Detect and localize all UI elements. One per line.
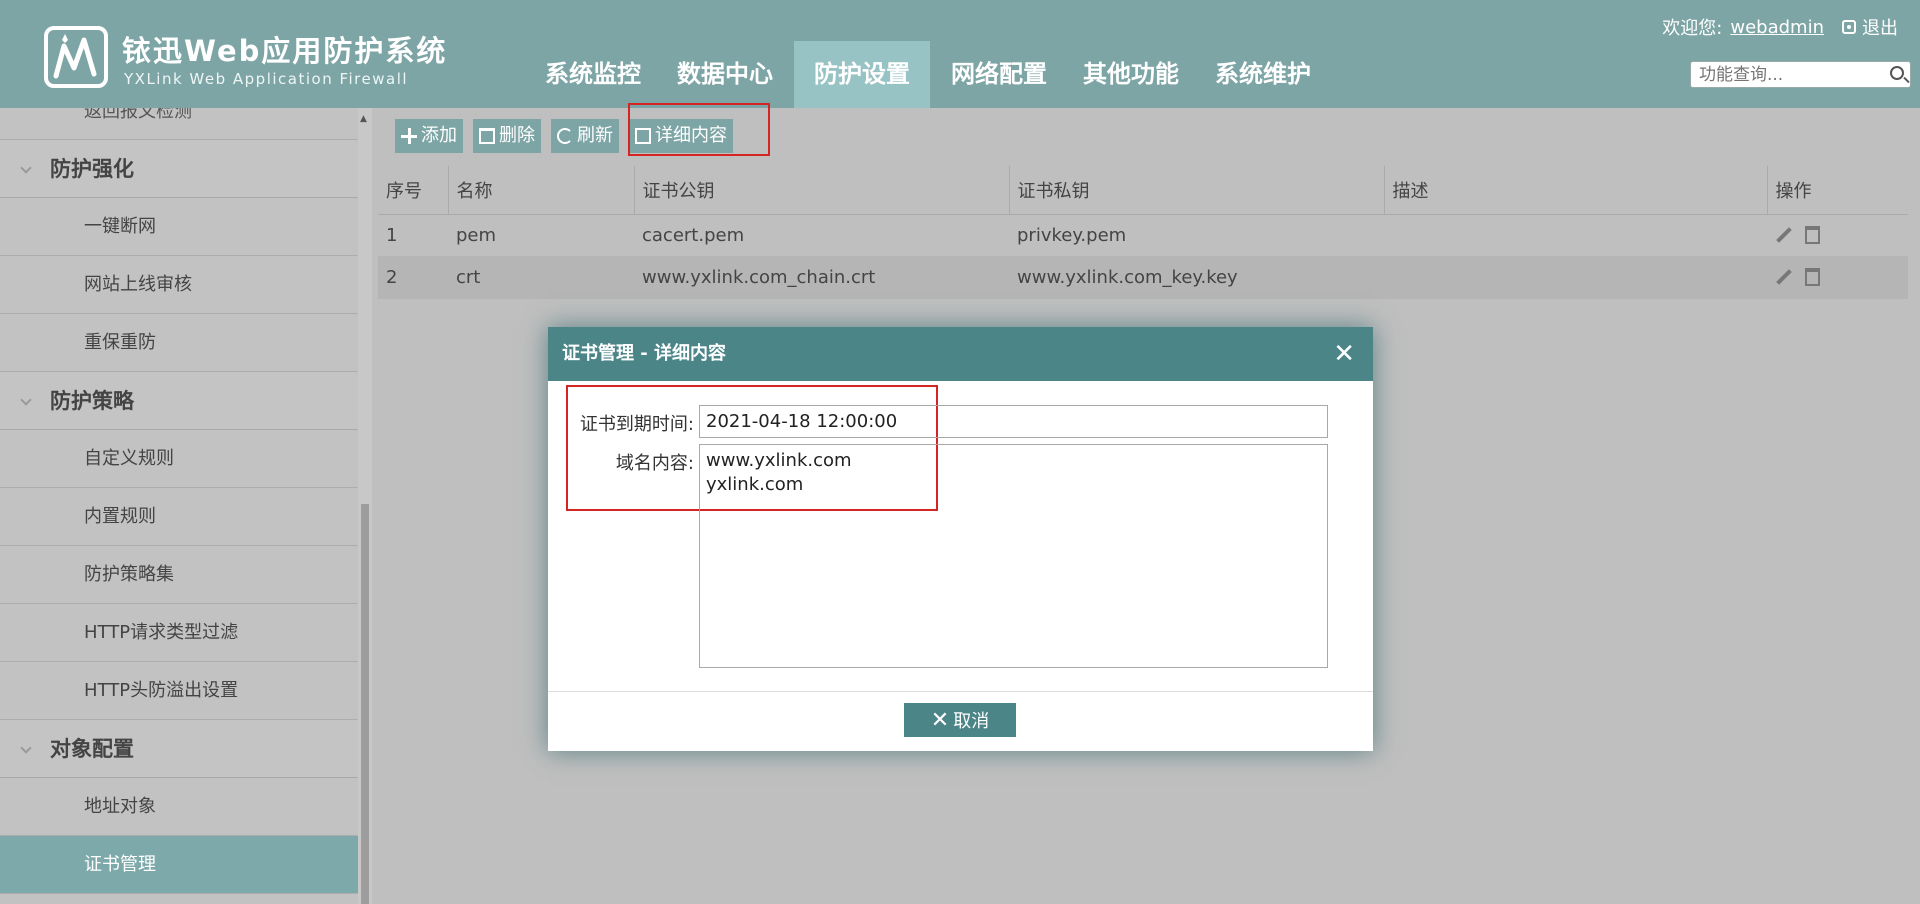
cell-name: pem xyxy=(448,214,634,257)
refresh-button-label: 刷新 xyxy=(577,125,613,146)
sidebar-item-builtin-rules[interactable]: 内置规则 xyxy=(0,488,358,546)
refresh-icon xyxy=(557,128,573,144)
sidebar-group-label: 防护强化 xyxy=(50,157,134,181)
edit-icon[interactable] xyxy=(1776,269,1792,285)
sidebar-item-key-protection[interactable]: 重保重防 xyxy=(0,314,358,372)
logo-subtitle: YXLink Web Application Firewall xyxy=(124,70,409,88)
sidebar-item-address-object[interactable]: 地址对象 xyxy=(0,778,358,836)
delete-button[interactable]: 删除 xyxy=(473,119,541,153)
chevron-down-icon xyxy=(20,394,32,406)
delete-button-label: 删除 xyxy=(499,125,535,146)
user-area: 欢迎您: webadmin 退出 xyxy=(1662,14,1898,40)
column-header-name[interactable]: 名称 xyxy=(448,166,635,215)
expiry-field[interactable]: 2021-04-18 12:00:00 xyxy=(699,405,1328,438)
domain-line: www.yxlink.com xyxy=(706,450,852,471)
logo-title: 铱迅Web应用防护系统 xyxy=(122,34,448,68)
sidebar-item-certificate-management[interactable]: 证书管理 xyxy=(0,836,358,894)
sidebar-item-http-method-filter[interactable]: HTTP请求类型过滤 xyxy=(0,604,358,662)
scroll-up-icon[interactable]: ▲ xyxy=(360,114,367,124)
refresh-button[interactable]: 刷新 xyxy=(551,119,619,153)
sidebar-group-objects[interactable]: 对象配置 xyxy=(0,720,358,778)
add-button[interactable]: 添加 xyxy=(395,119,463,153)
cancel-button-label: 取消 xyxy=(953,711,990,732)
sidebar-group-label: 防护策略 xyxy=(50,389,134,413)
column-header-description[interactable]: 描述 xyxy=(1384,166,1768,215)
sidebar-group-hardening[interactable]: 防护强化 xyxy=(0,140,358,198)
cell-description xyxy=(1384,256,1767,299)
chevron-down-icon xyxy=(20,742,32,754)
delete-icon[interactable] xyxy=(1805,226,1820,244)
cancel-button[interactable]: ✕ 取消 xyxy=(904,703,1016,737)
main-nav: 系统监控 数据中心 防护设置 网络配置 其他功能 系统维护 xyxy=(530,41,1332,108)
column-header-actions: 操作 xyxy=(1767,166,1908,215)
trash-icon xyxy=(479,128,495,144)
edit-icon[interactable] xyxy=(1776,227,1792,243)
cell-description xyxy=(1384,214,1767,257)
search-input[interactable] xyxy=(1691,62,1871,87)
sidebar-scrollbar[interactable]: ▲ xyxy=(358,108,372,904)
nav-network-config[interactable]: 网络配置 xyxy=(936,41,1062,108)
domain-content-field[interactable]: www.yxlink.com yxlink.com xyxy=(699,444,1328,668)
sidebar-item-policy-set[interactable]: 防护策略集 xyxy=(0,546,358,604)
column-header-public-key[interactable]: 证书公钥 xyxy=(634,166,1010,215)
sidebar-item-site-audit[interactable]: 网站上线审核 xyxy=(0,256,358,314)
nav-system-maintenance[interactable]: 系统维护 xyxy=(1200,41,1326,108)
certificate-table: 序号 名称 证书公钥 证书私钥 描述 操作 1 pem cacert.pem p… xyxy=(378,166,1908,299)
cell-private-key: privkey.pem xyxy=(1009,214,1384,257)
table-row[interactable]: 2 crt www.yxlink.com_chain.crt www.yxlin… xyxy=(378,256,1908,299)
logo-icon xyxy=(44,26,108,88)
highlight-box-detail xyxy=(628,103,770,156)
scrollbar-thumb[interactable] xyxy=(361,504,369,904)
plus-icon xyxy=(401,128,417,144)
cell-private-key: www.yxlink.com_key.key xyxy=(1009,256,1384,299)
welcome-text: 欢迎您: xyxy=(1662,18,1723,39)
close-icon: ✕ xyxy=(930,707,950,733)
column-header-no[interactable]: 序号 xyxy=(378,166,449,215)
sidebar-item-one-click-disconnect[interactable]: 一键断网 xyxy=(0,198,358,256)
cell-no: 1 xyxy=(378,214,448,257)
logout-link[interactable]: 退出 xyxy=(1862,14,1898,40)
expiry-label: 证书到期时间: xyxy=(579,414,694,435)
cell-actions xyxy=(1767,256,1908,299)
domain-label: 域名内容: xyxy=(615,453,694,474)
cell-no: 2 xyxy=(378,256,448,299)
username-link[interactable]: webadmin xyxy=(1730,17,1824,38)
top-header: 铱迅Web应用防护系统 YXLink Web Application Firew… xyxy=(0,0,1920,108)
sidebar-group-label: 对象配置 xyxy=(50,737,134,761)
search-icon[interactable] xyxy=(1890,66,1904,80)
sidebar: 返回报文检测 防护强化 一键断网 网站上线审核 重保重防 防护策略 自定义规则 … xyxy=(0,108,358,904)
function-search xyxy=(1690,61,1911,88)
domain-line: yxlink.com xyxy=(706,474,804,495)
cell-name: crt xyxy=(448,256,634,299)
chevron-down-icon xyxy=(20,162,32,174)
detail-dialog: 证书管理 - 详细内容 ✕ 证书到期时间: 2021-04-18 12:00:0… xyxy=(548,327,1373,751)
dialog-header: 证书管理 - 详细内容 ✕ xyxy=(548,327,1373,381)
column-header-private-key[interactable]: 证书私钥 xyxy=(1009,166,1385,215)
dialog-title: 证书管理 - 详细内容 xyxy=(562,343,727,364)
cell-actions xyxy=(1767,214,1908,257)
add-button-label: 添加 xyxy=(421,125,457,146)
table-header-row: 序号 名称 证书公钥 证书私钥 描述 操作 xyxy=(378,166,1908,215)
nav-data-center[interactable]: 数据中心 xyxy=(662,41,788,108)
delete-icon[interactable] xyxy=(1805,268,1820,286)
lock-icon[interactable] xyxy=(1842,20,1856,34)
nav-system-monitor[interactable]: 系统监控 xyxy=(530,41,656,108)
sidebar-group-policy[interactable]: 防护策略 xyxy=(0,372,358,430)
nav-protection-settings[interactable]: 防护设置 xyxy=(794,41,930,108)
nav-other-functions[interactable]: 其他功能 xyxy=(1068,41,1194,108)
sidebar-item-response-check[interactable]: 返回报文检测 xyxy=(0,108,358,140)
close-icon[interactable]: ✕ xyxy=(1333,327,1355,381)
table-row[interactable]: 1 pem cacert.pem privkey.pem xyxy=(378,214,1908,257)
sidebar-item-custom-rules[interactable]: 自定义规则 xyxy=(0,430,358,488)
cell-public-key: cacert.pem xyxy=(634,214,1009,257)
dialog-footer: ✕ 取消 xyxy=(548,691,1373,751)
sidebar-item-http-header-overflow[interactable]: HTTP头防溢出设置 xyxy=(0,662,358,720)
cell-public-key: www.yxlink.com_chain.crt xyxy=(634,256,1009,299)
